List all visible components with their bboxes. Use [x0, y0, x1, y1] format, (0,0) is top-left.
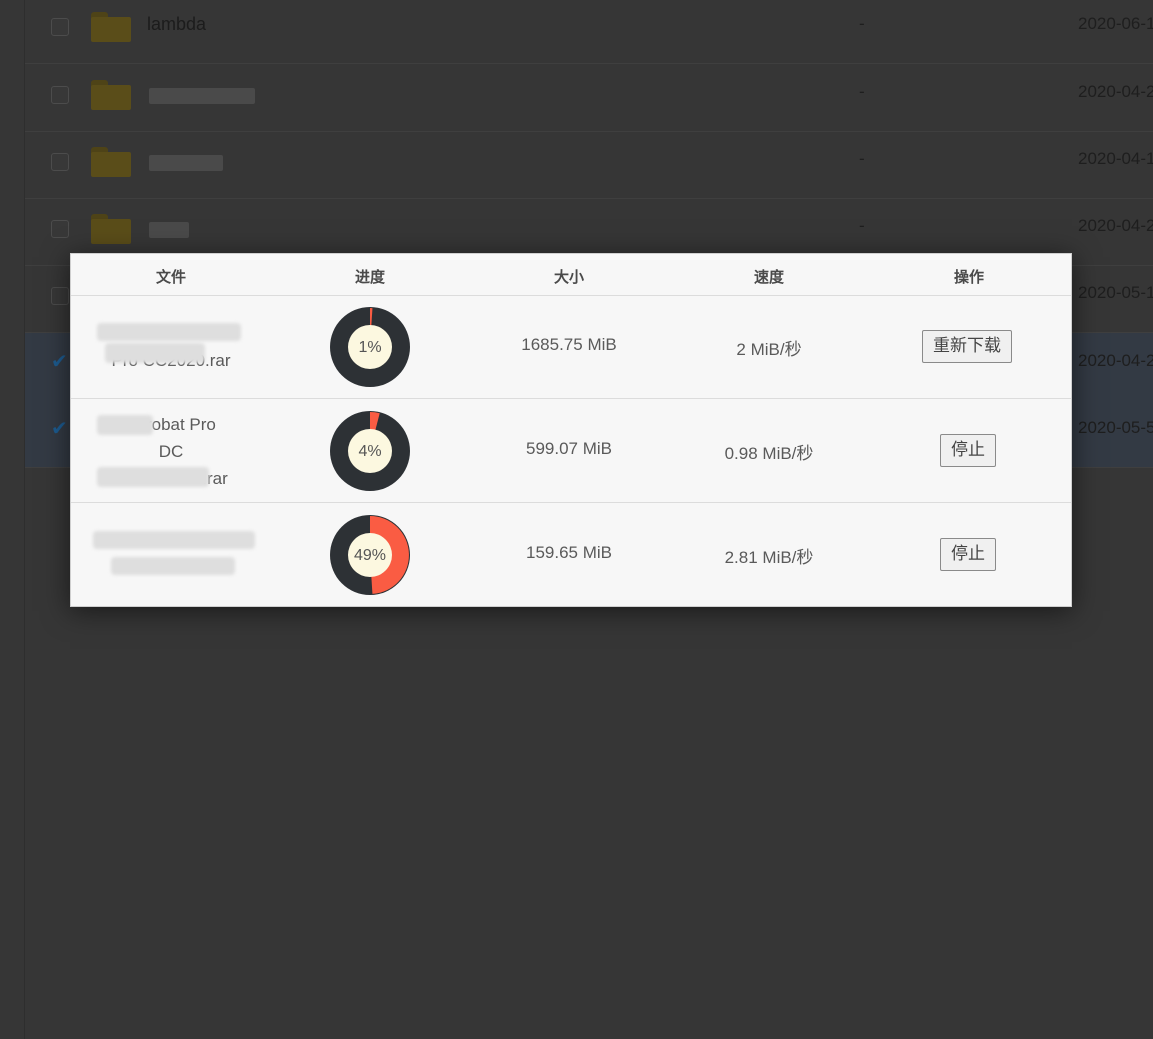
file-size: -	[859, 82, 865, 101]
progress-percent-label: 1%	[358, 339, 381, 356]
download-row: 49% 159.65 MiB 2.81 MiB/秒 停止	[71, 503, 1071, 606]
file-name[interactable]: lambda	[147, 14, 206, 35]
row-checkbox[interactable]	[51, 153, 69, 171]
file-date: 2020-05-1	[1078, 283, 1153, 302]
redacted-file-name	[149, 222, 189, 238]
column-header-speed: 速度	[753, 269, 784, 286]
file-date: 2020-04-1	[1078, 149, 1153, 168]
folder-icon	[91, 12, 131, 42]
checkmark-icon[interactable]: ✔	[51, 349, 68, 374]
redacted-file-name	[105, 343, 205, 363]
progress-percent-label: 4%	[358, 443, 381, 460]
file-size: 159.65 MiB	[526, 543, 612, 562]
row-checkbox[interactable]	[51, 220, 69, 238]
download-speed: 0.98 MiB/秒	[724, 444, 814, 463]
column-header-file: 文件	[155, 269, 186, 286]
download-speed: 2.81 MiB/秒	[724, 548, 814, 567]
download-row: Acrobat Pro DC .rar 4% 599.07 MiB 0.98 M…	[71, 399, 1071, 503]
column-header-size: 大小	[553, 269, 584, 286]
download-row: Pro CC2020.rar 1% 1685.75 MiB 2 MiB/秒 重新…	[71, 295, 1071, 399]
redownload-button[interactable]: 重新下载	[922, 330, 1012, 363]
redacted-file-name	[97, 323, 241, 341]
progress-ring: 4%	[330, 411, 410, 491]
file-size: -	[859, 149, 865, 168]
progress-ring: 49%	[330, 515, 410, 595]
redacted-file-name	[97, 415, 153, 435]
redacted-file-name	[93, 531, 255, 549]
file-date: 2020-04-2	[1078, 216, 1153, 235]
redacted-file-name	[149, 155, 223, 171]
folder-icon	[91, 80, 131, 110]
file-size: -	[859, 216, 865, 235]
column-header-progress: 进度	[354, 269, 385, 286]
progress-percent-label: 49%	[354, 547, 386, 564]
file-date: 2020-04-2	[1078, 82, 1153, 101]
file-date: 2020-05-5	[1078, 418, 1153, 437]
table-header: 文件 进度 大小 速度 操作	[71, 254, 1071, 296]
redacted-file-name	[97, 467, 209, 487]
file-row[interactable]: - 2020-04-1	[25, 131, 1153, 199]
row-checkbox[interactable]	[51, 18, 69, 36]
file-size: -	[859, 14, 865, 33]
redacted-file-name	[149, 88, 255, 104]
column-header-action: 操作	[953, 269, 984, 286]
row-checkbox[interactable]	[51, 287, 69, 305]
file-date: 2020-04-2	[1078, 351, 1153, 370]
redacted-file-name	[111, 557, 235, 575]
file-row[interactable]: lambda - 2020-06-1	[25, 0, 1153, 64]
download-speed: 2 MiB/秒	[736, 340, 802, 359]
checkmark-icon[interactable]: ✔	[51, 416, 68, 441]
file-size: 599.07 MiB	[526, 439, 612, 458]
folder-icon	[91, 214, 131, 244]
file-row[interactable]: - 2020-04-2	[25, 64, 1153, 132]
file-name-line: DC	[158, 442, 184, 461]
file-size: 1685.75 MiB	[521, 335, 617, 354]
progress-ring: 1%	[330, 307, 410, 387]
stop-button[interactable]: 停止	[940, 434, 996, 467]
row-checkbox[interactable]	[51, 86, 69, 104]
folder-icon	[91, 147, 131, 177]
file-date: 2020-06-1	[1078, 14, 1153, 33]
stop-button[interactable]: 停止	[940, 538, 996, 571]
download-dialog: 文件 进度 大小 速度 操作 Pro CC2020.rar 1% 1685.75…	[70, 253, 1072, 607]
